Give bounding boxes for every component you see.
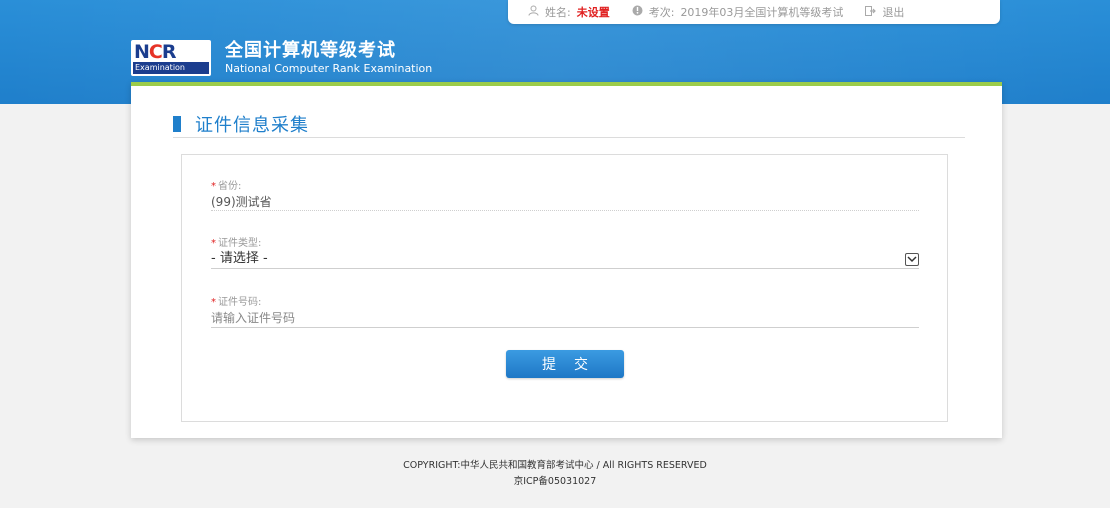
exam-label: 考次: (648, 6, 675, 19)
section-title: 证件信息采集 (195, 114, 309, 136)
footer: COPYRIGHT:中华人民共和国教育部考试中心 / All RIGHTS RE… (0, 458, 1110, 490)
copyright-text: COPYRIGHT:中华人民共和国教育部考试中心 / All RIGHTS RE… (403, 460, 707, 471)
ncre-logo: NCR Examination (131, 40, 211, 76)
exam-icon (632, 5, 643, 19)
chevron-down-icon[interactable] (905, 253, 919, 266)
id-number-field[interactable]: * 证件号码: 请输入证件号码 (211, 297, 919, 328)
required-mark: * (211, 297, 216, 308)
section-header: 证件信息采集 (173, 110, 965, 138)
required-mark: * (211, 238, 216, 249)
id-type-select[interactable]: * 证件类型: - 请选择 - (211, 238, 919, 269)
submit-button[interactable]: 提交 (506, 350, 624, 378)
name-label: 姓名: (545, 6, 571, 19)
site-title-cn: 全国计算机等级考试 (225, 40, 396, 61)
province-value: (99)测试省 (211, 195, 272, 209)
id-number-label: 证件号码: (218, 297, 262, 308)
site-title-en: National Computer Rank Examination (225, 62, 433, 75)
id-number-input[interactable]: 请输入证件号码 (211, 309, 919, 329)
user-bar: 姓名: 未设置 考次: 2019年03月全国计算机等级考试 退出 (508, 0, 1000, 24)
logout-icon[interactable] (865, 5, 877, 19)
province-field: * 省份: (99)测试省 (211, 181, 919, 211)
id-type-label: 证件类型: (218, 238, 262, 249)
logout-link[interactable]: 退出 (882, 4, 904, 20)
required-mark: * (211, 181, 216, 192)
brand: NCR Examination 全国计算机等级考试 National Compu… (131, 38, 432, 78)
main-card: 证件信息采集 * 省份: (99)测试省 * 证件类型: - 请选择 - * 证件号码… (131, 82, 1002, 438)
icp-text: 京ICP备05031027 (513, 476, 597, 487)
id-type-value[interactable]: - 请选择 - (211, 250, 919, 270)
province-label: 省份: (218, 181, 242, 192)
section-marker (173, 115, 181, 132)
name-value: 未设置 (576, 6, 610, 19)
user-icon (528, 5, 539, 19)
exam-value: 2019年03月全国计算机等级考试 (680, 6, 844, 19)
id-info-form: * 省份: (99)测试省 * 证件类型: - 请选择 - * 证件号码: 请输入证件… (181, 154, 948, 422)
